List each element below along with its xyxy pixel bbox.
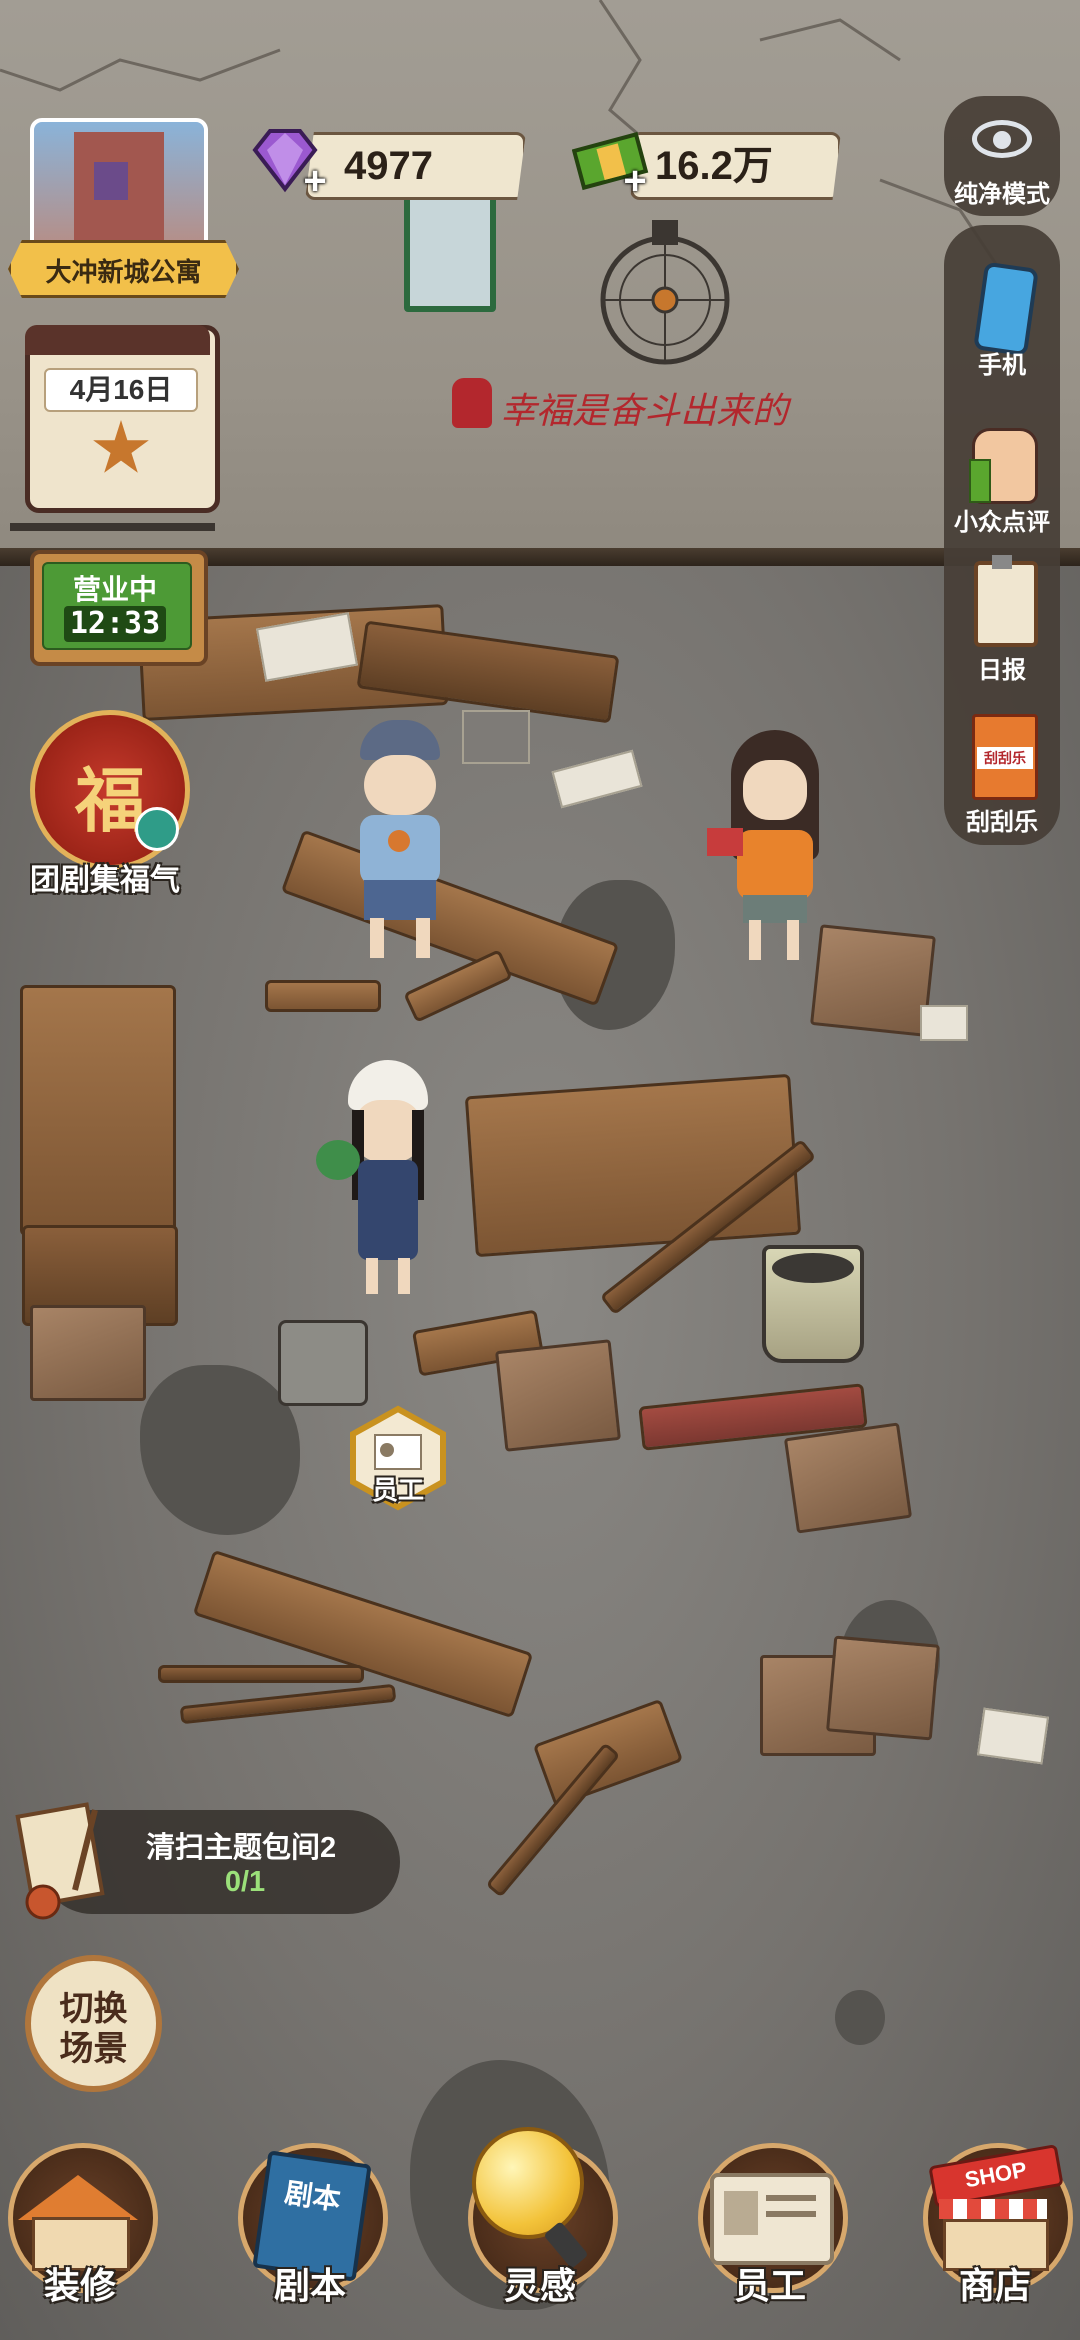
calendar-date: 4月16日 [44, 368, 198, 412]
money-value: 16.2万 [655, 144, 773, 188]
scratch-label: 刮刮乐 [966, 809, 1038, 836]
pure-mode-button[interactable]: 纯净模式 [944, 96, 1060, 216]
add-money-button[interactable]: + [618, 161, 652, 201]
badge-star-icon [93, 420, 149, 473]
wall-mirror [404, 190, 496, 312]
photo [462, 710, 530, 764]
slogan-text: 幸福是奋斗出来的 [500, 391, 789, 432]
nav-staff-label: 员工 [733, 2265, 806, 2306]
scratch-card-button[interactable]: 刮刮乐 刮刮乐 [944, 710, 1060, 836]
trash-bag[interactable] [783, 1422, 913, 1534]
quest-title: 清扫主题包间2 [146, 1832, 337, 1864]
reviews-label: 小众点评 [954, 509, 1050, 536]
daily-report-button[interactable]: 日报 [944, 555, 1060, 684]
wall-fan [590, 215, 740, 365]
shop-building-icon: SHOP [928, 2144, 1064, 2271]
business-time: 12:33 [64, 606, 166, 642]
shop-sign-text: SHOP [962, 2156, 1029, 2193]
id-card-icon [710, 2173, 834, 2265]
nav-inspiration[interactable]: 灵感 [460, 2127, 620, 2315]
character-girl-reading[interactable] [707, 730, 825, 965]
trash-bag[interactable] [30, 1305, 146, 1401]
clipboard-icon [974, 555, 1038, 647]
scratch-ticket-icon: 刮刮乐 [972, 714, 1038, 800]
lightbulb-icon [472, 2127, 584, 2239]
phone-label: 手机 [978, 352, 1026, 379]
gems-counter[interactable]: 4977 [305, 132, 526, 200]
trash-can[interactable] [762, 1245, 864, 1363]
script-book-title: 剧本 [282, 2177, 343, 2216]
trash-bag[interactable] [810, 924, 936, 1037]
eye-icon [972, 120, 1032, 158]
quest-progress: 0/1 [224, 1866, 266, 1898]
fu-event-label: 团剧集福气 [30, 864, 180, 897]
fist-icon [452, 378, 492, 428]
nav-staff[interactable]: 员工 [690, 2135, 850, 2315]
add-gems-button[interactable]: + [298, 161, 332, 201]
nav-script[interactable]: 剧本 剧本 [230, 2135, 390, 2315]
wooden-cabinet[interactable] [20, 985, 176, 1236]
location-thumbnail[interactable] [30, 118, 208, 254]
scroll-icon [5, 1790, 125, 1920]
wall-slogan: 幸福是奋斗出来的 [452, 378, 792, 432]
nav-decorate-label: 装修 [43, 2265, 116, 2306]
wooden-table[interactable] [464, 1073, 802, 1258]
nav-decorate[interactable]: 装修 [0, 2135, 160, 2315]
business-status: 营业中 [72, 574, 157, 605]
switch-scene-line2: 场景 [59, 2030, 128, 2068]
flower-icon [135, 807, 179, 851]
staff-badge-label: 员工 [371, 1475, 424, 1505]
nav-inspiration-label: 灵感 [503, 2265, 576, 2306]
character-boy-beanie[interactable] [350, 720, 450, 960]
sign-rod [10, 523, 215, 531]
business-status-sign[interactable]: 营业中 12:33 [30, 550, 208, 666]
scattered-paper [976, 1707, 1050, 1765]
fu-event-button[interactable]: 福 [30, 710, 190, 870]
thumbs-up-icon [969, 428, 1038, 504]
calendar-widget[interactable]: 4月16日 [25, 325, 220, 513]
nav-shop[interactable]: SHOP 商店 [915, 2135, 1075, 2315]
location-name: 大冲新城公寓 [45, 257, 202, 287]
character-girl-frog-hat[interactable] [316, 1060, 445, 1300]
floor-hole [835, 1990, 885, 2045]
location-name-banner[interactable]: 大冲新城公寓 [8, 240, 239, 298]
plank-piece [265, 980, 381, 1012]
phone-icon [973, 261, 1039, 357]
gems-value: 4977 [344, 144, 433, 188]
trash-bag[interactable] [495, 1339, 621, 1452]
phone-button[interactable]: 手机 [944, 261, 1060, 380]
pure-mode-label: 纯净模式 [954, 181, 1050, 208]
switch-scene-button[interactable]: 切换 场景 [25, 1955, 162, 2092]
bin-with-papers[interactable] [278, 1320, 368, 1406]
daily-report-label: 日报 [978, 657, 1026, 684]
money-counter[interactable]: 16.2万 [630, 132, 841, 200]
nav-script-label: 剧本 [273, 2265, 346, 2306]
reviews-button[interactable]: 小众点评 [944, 410, 1060, 536]
nav-shop-label: 商店 [958, 2265, 1031, 2306]
trash-bag[interactable] [826, 1635, 940, 1741]
broken-board [158, 1665, 364, 1683]
house-icon [18, 2175, 138, 2271]
scratch-card-text: 刮刮乐 [977, 747, 1033, 769]
staff-badge[interactable]: 员工 [345, 1405, 451, 1511]
scattered-paper [920, 1005, 968, 1041]
